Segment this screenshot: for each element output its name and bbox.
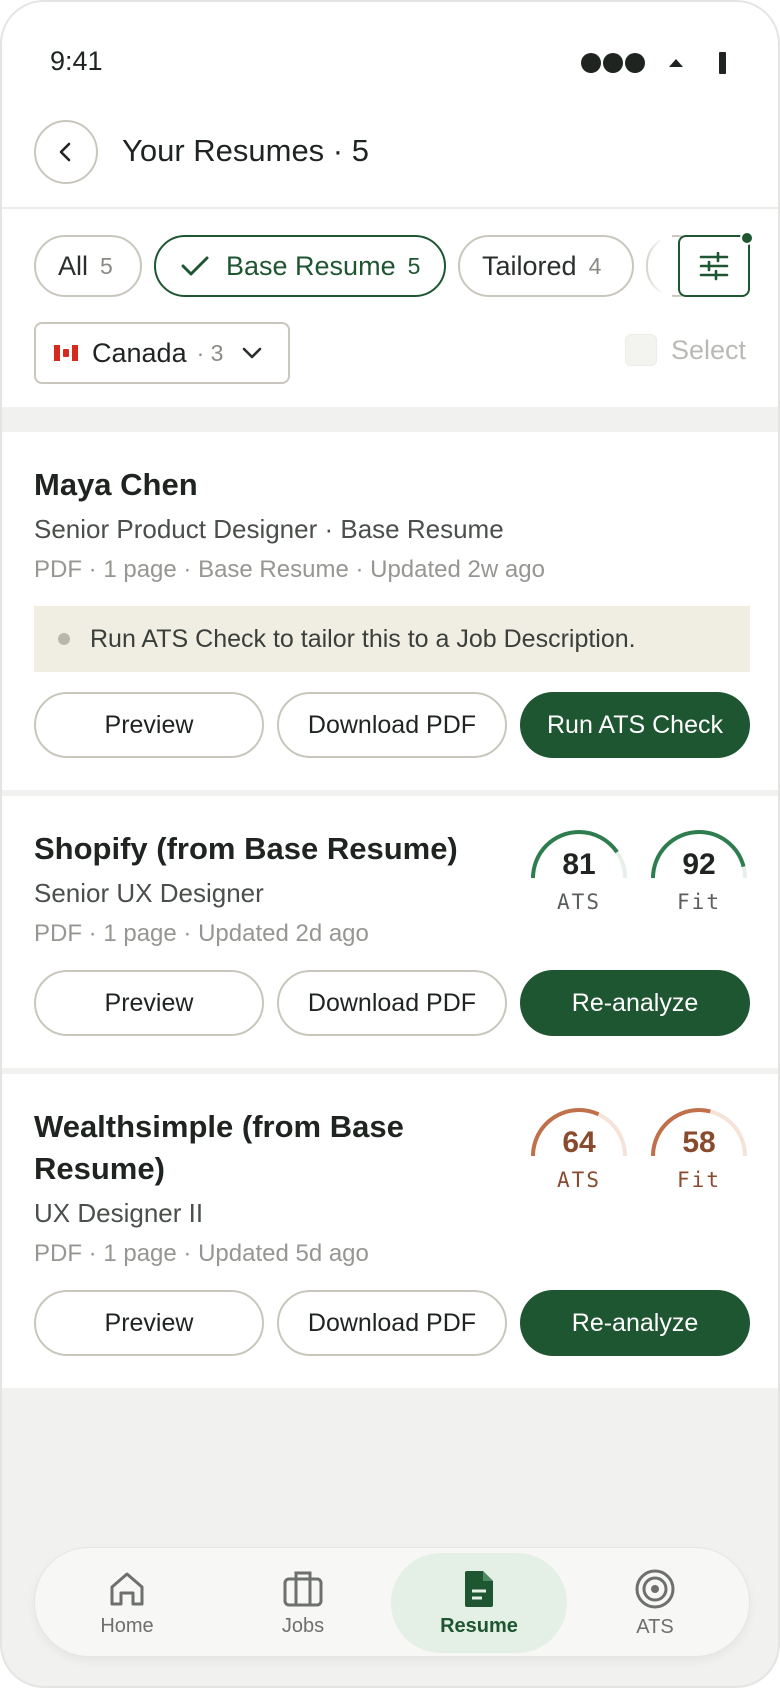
chip-count: 5 [407,252,421,279]
status-time: 9:41 [50,46,103,76]
chip-label: Tailored [482,250,577,281]
chevron-down-icon [243,347,262,359]
fit-score-value: 92 [682,848,716,881]
ats-score-gauge: 81 ATS [527,826,631,922]
country-count: · 3 [196,339,224,366]
select-toggle[interactable]: Select [624,334,746,366]
wifi-icon [669,59,683,67]
resume-card: Shopify (from Base Resume) Senior UX Des… [2,796,778,1068]
nav-label: Jobs [281,1614,325,1637]
run-ats-check-button[interactable]: Run ATS Check [520,692,750,758]
filter-active-dot [740,231,754,245]
resume-role: Senior Product Designer · Base Resume [34,514,504,544]
chip-count: 5 [100,252,113,279]
fit-score-value: 58 [682,1126,716,1159]
resume-name: Maya Chen [34,467,198,502]
notice-text: Run ATS Check to tailor this to a Job De… [90,624,636,653]
chip-count: 4 [588,252,602,279]
chip-scroll-fade [642,227,672,307]
chevron-left-icon [59,142,71,162]
fit-score-gauge: 92 Fit [647,826,751,922]
battery-icon [719,52,726,74]
briefcase-icon [283,1571,323,1606]
home-icon [110,1572,144,1605]
back-button[interactable] [34,120,98,184]
download-pdf-button[interactable]: Download PDF [277,1290,507,1356]
ats-score-label: ATS [557,1168,601,1192]
resume-name-continued: Resume) [34,1151,165,1186]
select-checkbox[interactable] [624,334,657,366]
nav-jobs[interactable]: Jobs [215,1548,391,1658]
ats-score-value: 64 [562,1126,596,1159]
page-title: Your Resumes · 5 [122,133,369,168]
nav-home[interactable]: Home [39,1548,215,1658]
preview-button[interactable]: Preview [34,1290,264,1356]
resume-role: Senior UX Designer [34,878,264,908]
nav-ats[interactable]: ATS [567,1548,743,1658]
re-analyze-button[interactable]: Re-analyze [520,1290,750,1356]
ats-score-gauge: 64 ATS [527,1104,631,1200]
bottom-nav: Home Jobs Resume ATS [34,1547,750,1657]
chip-label: Base Resume [226,250,396,281]
select-label: Select [670,334,746,365]
signal-icon [581,53,645,73]
fit-score-label: Fit [677,1168,721,1192]
resume-card: Wealthsimple (from Base Resume) UX Desig… [2,1074,778,1388]
nav-resume[interactable]: Resume [391,1553,567,1653]
country-dropdown[interactable]: Canada · 3 [34,322,290,384]
nav-label: Home [100,1614,154,1637]
resume-name: Wealthsimple (from Base [34,1109,404,1144]
chip-label: All [58,250,89,281]
chip-all[interactable]: All 5 [34,235,142,297]
nav-label: Resume [440,1614,518,1637]
fit-score-gauge: 58 Fit [647,1104,751,1200]
sliders-icon [699,251,729,281]
ats-score-label: ATS [557,890,601,914]
download-pdf-button[interactable]: Download PDF [277,692,507,758]
re-analyze-button[interactable]: Re-analyze [520,970,750,1036]
resume-name: Shopify (from Base Resume) [34,831,458,866]
country-label: Canada [92,337,187,368]
resume-meta: PDF · 1 page · Updated 2d ago [34,920,369,947]
checkmark-icon [181,256,209,276]
phone-frame: 9:41 Your Resumes · 5 All 5 Base Resume … [0,0,780,1688]
resume-role: UX Designer II [34,1198,204,1228]
notice-bullet [58,633,70,645]
download-pdf-button[interactable]: Download PDF [277,970,507,1036]
ats-notice: Run ATS Check to tailor this to a Job De… [34,606,750,672]
canada-flag-icon [54,345,78,361]
document-icon [465,1570,493,1607]
resume-card: Maya Chen Senior Product Designer · Base… [2,432,778,790]
filter-button[interactable] [678,231,754,297]
chip-base-resume[interactable]: Base Resume 5 [154,235,446,297]
fit-score-label: Fit [677,890,721,914]
status-icons [581,52,726,74]
chip-tailored[interactable]: Tailored 4 [458,235,634,297]
nav-label: ATS [636,1615,674,1638]
resume-meta: PDF · 1 page · Updated 5d ago [34,1240,369,1267]
preview-button[interactable]: Preview [34,692,264,758]
resume-meta: PDF · 1 page · Base Resume · Updated 2w … [34,556,545,583]
header-divider [2,207,778,209]
ats-score-value: 81 [562,848,596,881]
target-icon [635,1569,675,1608]
preview-button[interactable]: Preview [34,970,264,1036]
